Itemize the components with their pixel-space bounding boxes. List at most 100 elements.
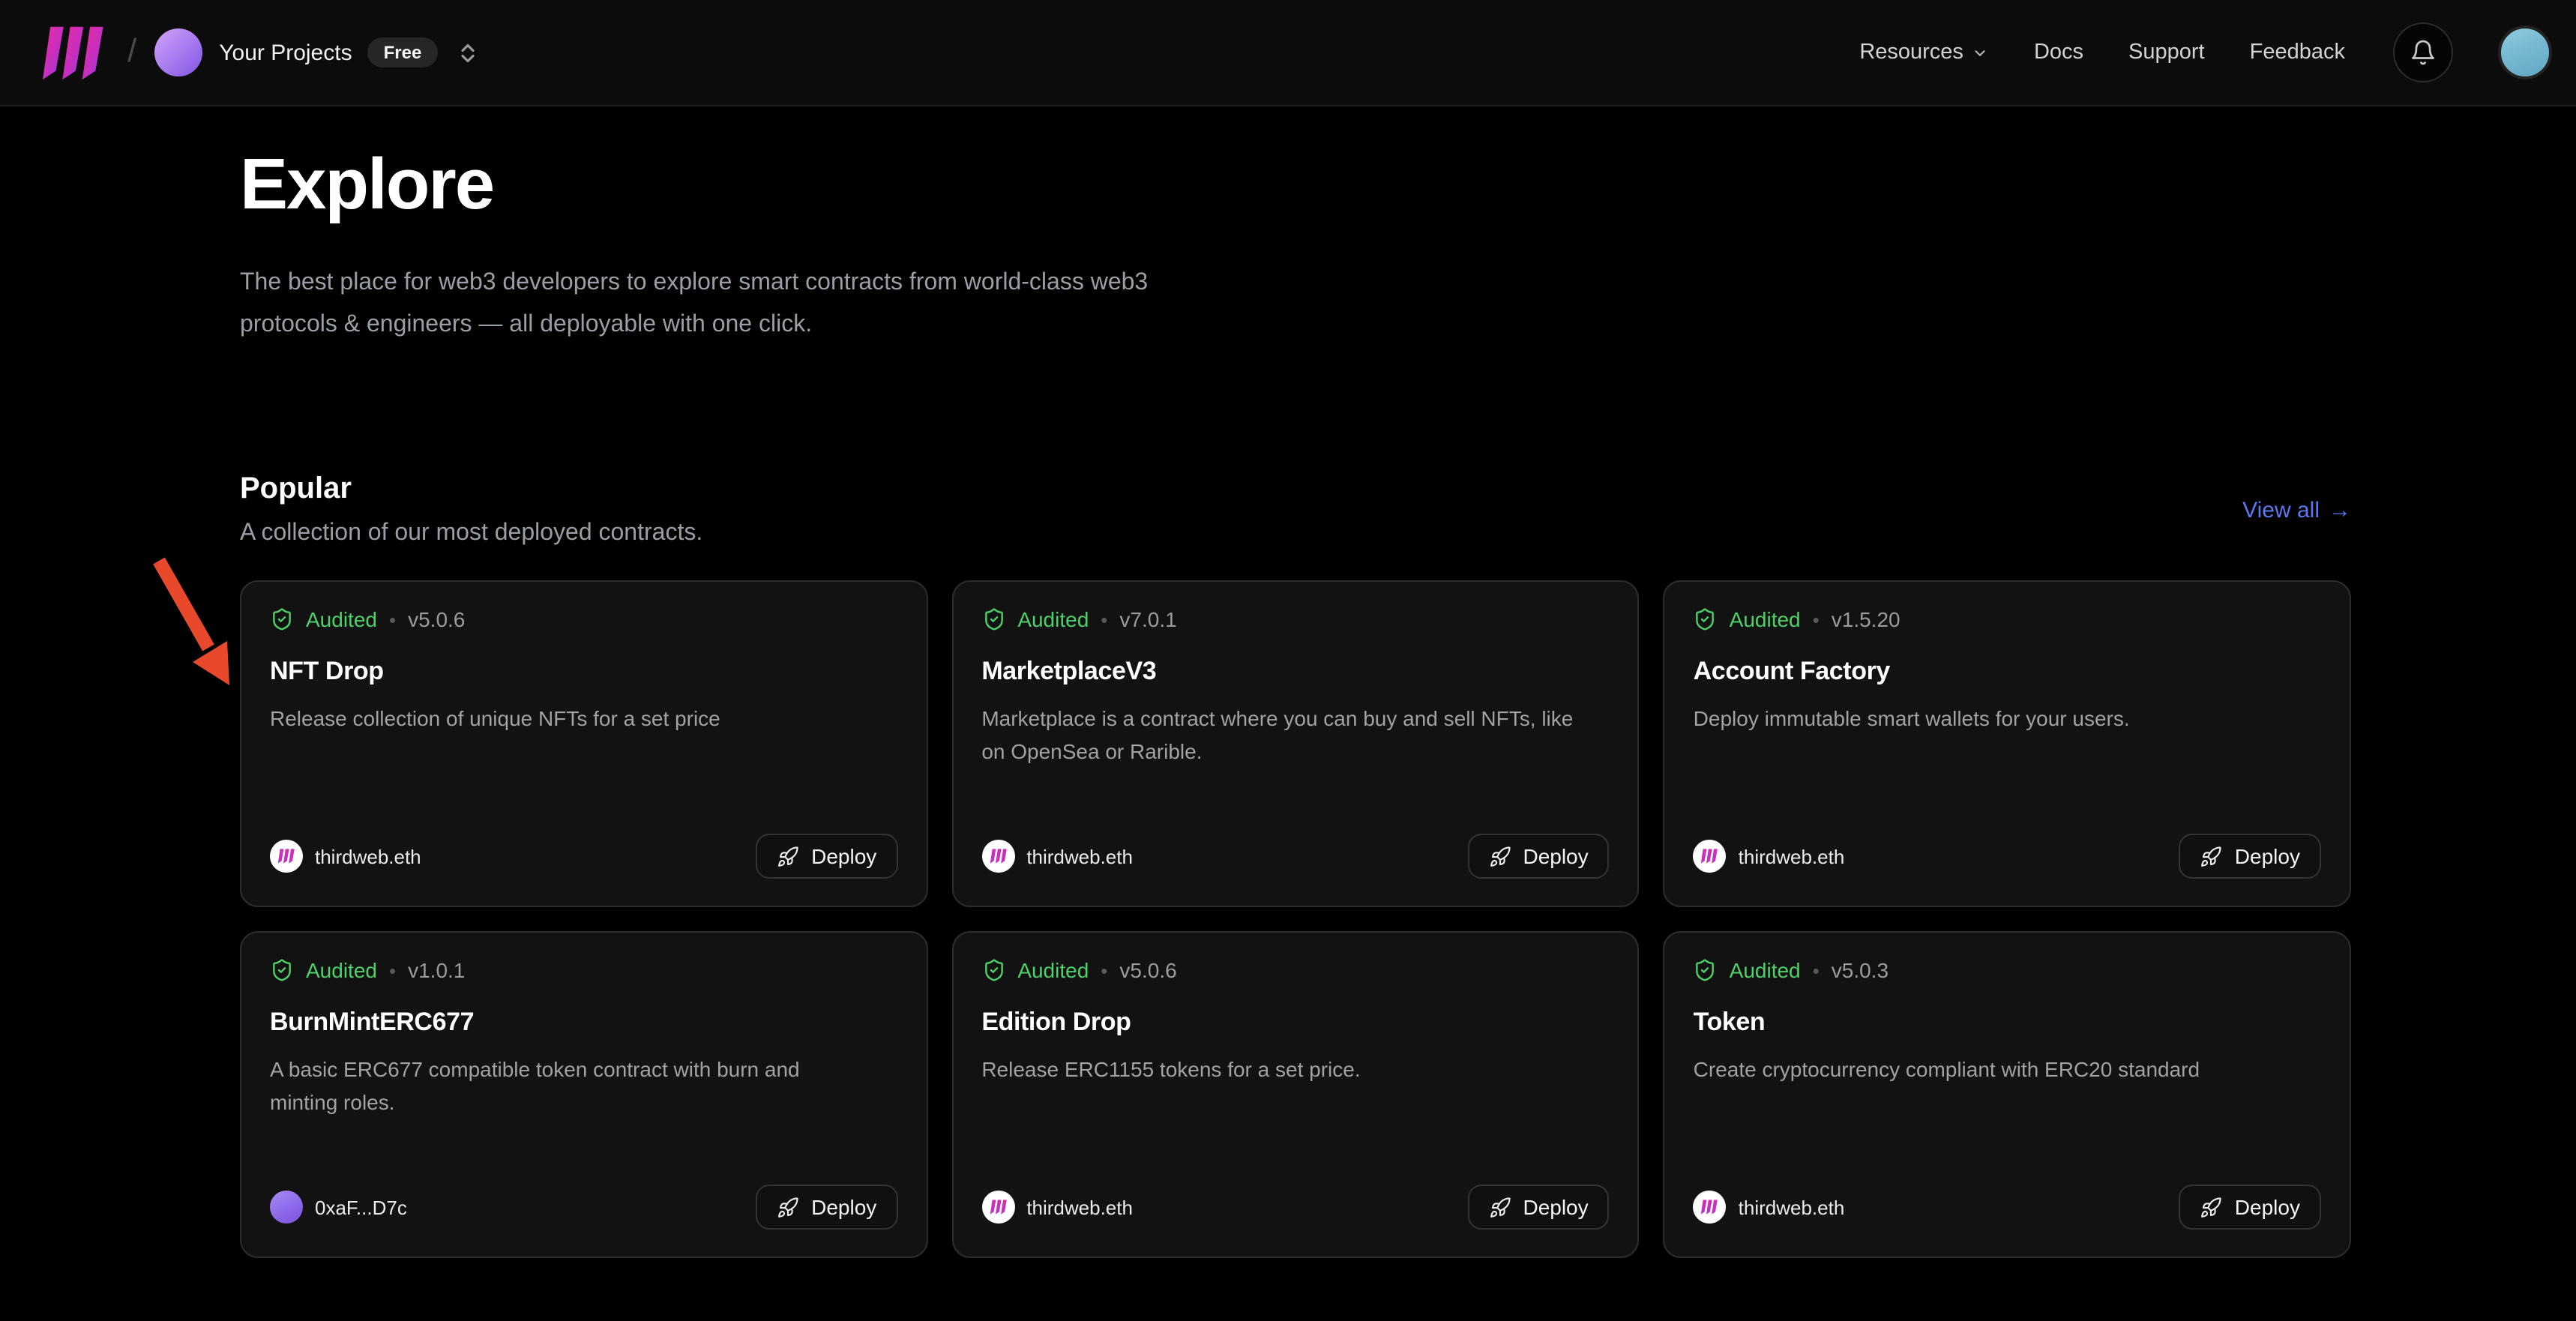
- contract-version: v5.0.3: [1832, 958, 1889, 982]
- section-subtitle: A collection of our most deployed contra…: [240, 520, 702, 547]
- rocket-icon: [2200, 1196, 2223, 1218]
- meta-separator: •: [1101, 608, 1107, 631]
- contract-card-token[interactable]: Audited • v5.0.3 Token Create cryptocurr…: [1664, 931, 2351, 1258]
- contract-version: v1.0.1: [408, 958, 465, 982]
- contract-title: MarketplaceV3: [981, 657, 1609, 687]
- publisher-link[interactable]: thirdweb.eth: [981, 840, 1133, 873]
- project-avatar[interactable]: [154, 28, 202, 76]
- contract-title: BurnMintERC677: [270, 1008, 897, 1038]
- contract-version: v5.0.6: [408, 607, 465, 631]
- shield-check-icon: [270, 607, 294, 631]
- contract-description: Release collection of unique NFTs for a …: [270, 702, 897, 735]
- publisher-avatar: [1694, 840, 1727, 873]
- card-meta-row: Audited • v1.5.20: [1694, 607, 2321, 631]
- card-footer: 0xaF...D7c Deploy: [270, 1185, 897, 1230]
- publisher-link[interactable]: 0xaF...D7c: [270, 1191, 407, 1224]
- explore-page: / Your Projects Free Resources Docs Supp…: [0, 0, 2576, 1321]
- publisher-avatar: [1694, 1191, 1727, 1224]
- shield-check-icon: [981, 607, 1005, 631]
- chevron-down-icon: [1972, 44, 1989, 61]
- rocket-icon: [1488, 1196, 1511, 1218]
- breadcrumb-separator: /: [127, 31, 136, 70]
- contract-card-account-factory[interactable]: Audited • v1.5.20 Account Factory Deploy…: [1664, 580, 2351, 907]
- meta-separator: •: [1101, 959, 1107, 981]
- contract-description: Deploy immutable smart wallets for your …: [1694, 702, 2321, 735]
- rocket-icon: [777, 1196, 799, 1218]
- card-meta-row: Audited • v5.0.6: [981, 958, 1609, 982]
- user-avatar[interactable]: [2498, 25, 2552, 79]
- card-meta-row: Audited • v5.0.3: [1694, 958, 2321, 982]
- publisher-name: thirdweb.eth: [1739, 845, 1845, 867]
- contract-title: Edition Drop: [981, 1008, 1609, 1038]
- contract-card-edition-drop[interactable]: Audited • v5.0.6 Edition Drop Release ER…: [951, 931, 1639, 1258]
- audited-badge: Audited: [1730, 958, 1801, 982]
- publisher-link[interactable]: thirdweb.eth: [1694, 1191, 1845, 1224]
- publisher-avatar: [981, 1191, 1014, 1224]
- publisher-link[interactable]: thirdweb.eth: [270, 840, 421, 873]
- publisher-name: 0xaF...D7c: [315, 1196, 407, 1218]
- meta-separator: •: [1813, 608, 1820, 631]
- meta-separator: •: [1813, 959, 1820, 981]
- card-footer: thirdweb.eth Deploy: [981, 1185, 1609, 1230]
- main-content: Explore The best place for web3 develope…: [0, 106, 2576, 1258]
- top-navigation-bar: / Your Projects Free Resources Docs Supp…: [0, 0, 2576, 106]
- deploy-button[interactable]: Deploy: [1467, 834, 1609, 879]
- rocket-icon: [1488, 845, 1511, 867]
- plan-badge: Free: [367, 37, 439, 67]
- thirdweb-logo[interactable]: [40, 25, 106, 80]
- audited-badge: Audited: [306, 607, 377, 631]
- nav-support[interactable]: Support: [2128, 40, 2205, 64]
- chevrons-up-down-icon: [457, 40, 478, 65]
- deploy-button[interactable]: Deploy: [1467, 1185, 1609, 1230]
- audited-badge: Audited: [1730, 607, 1801, 631]
- publisher-name: thirdweb.eth: [1026, 845, 1133, 867]
- contract-card-burnminterc677[interactable]: Audited • v1.0.1 BurnMintERC677 A basic …: [240, 931, 927, 1258]
- page-title: Explore: [240, 144, 2351, 226]
- contract-title: Token: [1694, 1008, 2321, 1038]
- card-footer: thirdweb.eth Deploy: [1694, 1185, 2321, 1230]
- publisher-link[interactable]: thirdweb.eth: [1694, 840, 1845, 873]
- publisher-name: thirdweb.eth: [1026, 1196, 1133, 1218]
- contract-version: v7.0.1: [1119, 607, 1176, 631]
- publisher-avatar: [270, 1191, 303, 1224]
- publisher-name: thirdweb.eth: [315, 845, 421, 867]
- project-switcher-button[interactable]: [457, 40, 478, 65]
- shield-check-icon: [1694, 958, 1718, 982]
- publisher-link[interactable]: thirdweb.eth: [981, 1191, 1133, 1224]
- card-meta-row: Audited • v1.0.1: [270, 958, 897, 982]
- notifications-button[interactable]: [2393, 22, 2453, 82]
- nav-resources[interactable]: Resources: [1859, 40, 1989, 64]
- deploy-button[interactable]: Deploy: [2179, 834, 2321, 879]
- card-meta-row: Audited • v7.0.1: [981, 607, 1609, 631]
- meta-separator: •: [389, 959, 396, 981]
- contract-card-marketplacev3[interactable]: Audited • v7.0.1 MarketplaceV3 Marketpla…: [951, 580, 1639, 907]
- contracts-grid: Audited • v5.0.6 NFT Drop Release collec…: [240, 580, 2351, 1258]
- contract-card-nft-drop[interactable]: Audited • v5.0.6 NFT Drop Release collec…: [240, 580, 927, 907]
- contract-description: Release ERC1155 tokens for a set price.: [981, 1053, 1609, 1086]
- contract-description: Marketplace is a contract where you can …: [981, 702, 1609, 768]
- deploy-button[interactable]: Deploy: [756, 834, 897, 879]
- bell-icon: [2410, 39, 2437, 66]
- view-all-link[interactable]: View all →: [2242, 497, 2351, 523]
- contract-description: A basic ERC677 compatible token contract…: [270, 1053, 897, 1119]
- contract-version: v5.0.6: [1119, 958, 1176, 982]
- contract-description: Create cryptocurrency compliant with ERC…: [1694, 1053, 2321, 1086]
- audited-badge: Audited: [306, 958, 377, 982]
- nav-feedback[interactable]: Feedback: [2250, 40, 2345, 64]
- project-name[interactable]: Your Projects: [219, 40, 352, 65]
- audited-badge: Audited: [1017, 958, 1089, 982]
- nav-docs[interactable]: Docs: [2034, 40, 2083, 64]
- section-title: Popular: [240, 472, 702, 507]
- shield-check-icon: [981, 958, 1005, 982]
- deploy-button[interactable]: Deploy: [756, 1185, 897, 1230]
- rocket-icon: [2200, 845, 2223, 867]
- rocket-icon: [777, 845, 799, 867]
- page-description: The best place for web3 developers to ex…: [240, 262, 1394, 346]
- contract-title: Account Factory: [1694, 657, 2321, 687]
- popular-section-header: Popular A collection of our most deploye…: [240, 472, 2351, 547]
- publisher-name: thirdweb.eth: [1739, 1196, 1845, 1218]
- card-footer: thirdweb.eth Deploy: [981, 834, 1609, 879]
- card-footer: thirdweb.eth Deploy: [270, 834, 897, 879]
- deploy-button[interactable]: Deploy: [2179, 1185, 2321, 1230]
- publisher-avatar: [981, 840, 1014, 873]
